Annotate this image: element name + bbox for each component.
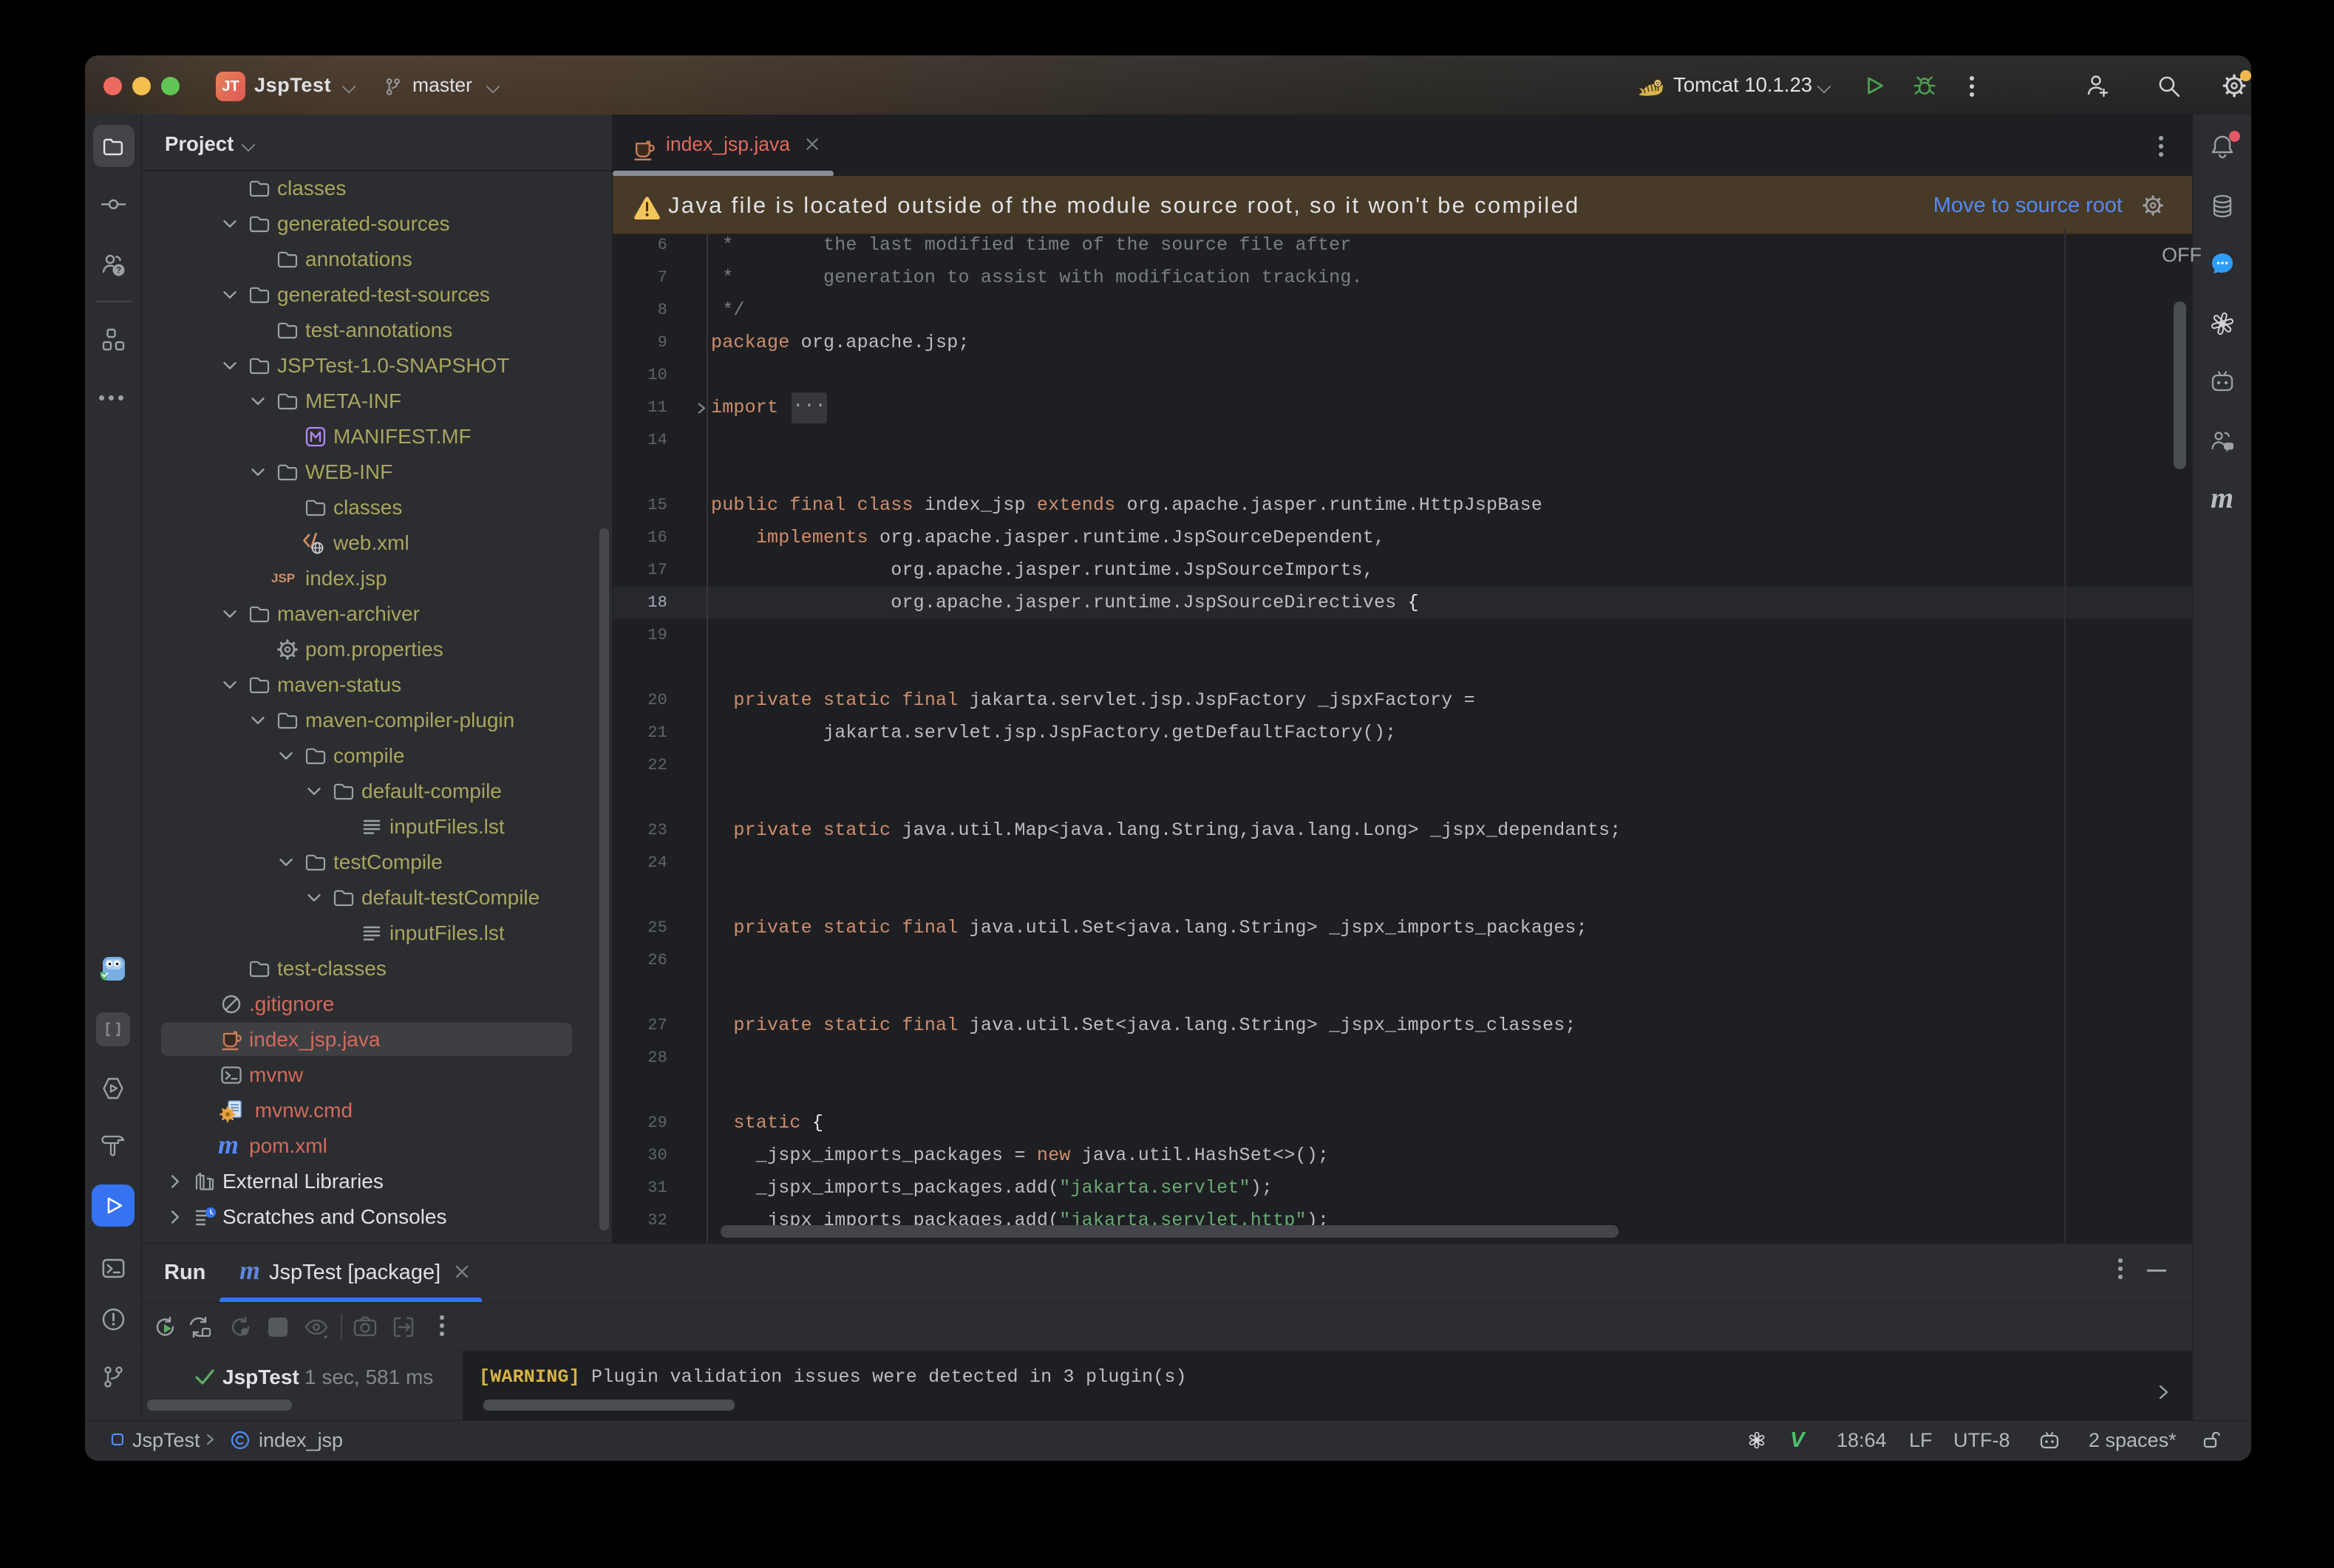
svg-text:?: ? (116, 265, 121, 276)
